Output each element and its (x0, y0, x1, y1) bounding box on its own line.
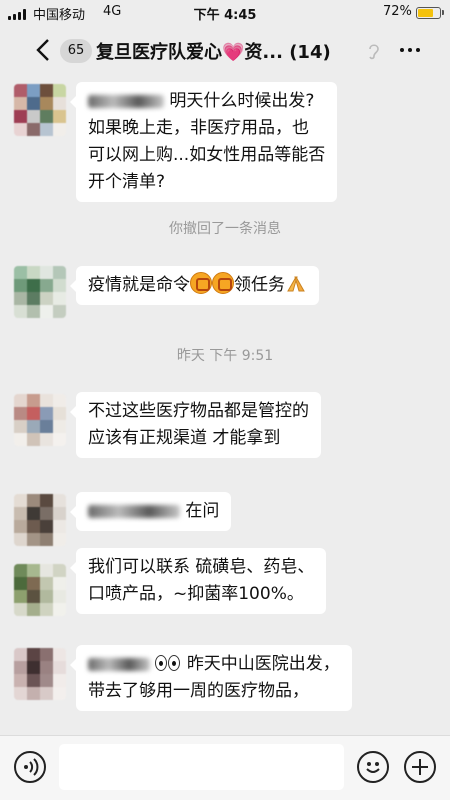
earpiece-mode-icon (369, 44, 379, 60)
avatar[interactable] (14, 648, 66, 700)
chat-header: 65 复旦医疗队爱心💗资... (14) (0, 26, 450, 74)
redacted-name (88, 94, 164, 108)
message-line: 疫情就是命令 领任务 (88, 272, 307, 299)
message-bubble[interactable]: 疫情就是命令 领任务 (70, 266, 319, 305)
back-icon[interactable] (36, 38, 50, 62)
battery-percent: 72% (383, 4, 412, 19)
message-bubble[interactable]: 不过这些医疗物品都是管控的 应该有正规渠道 才能拿到 (70, 392, 321, 458)
timestamp: 昨天 下午 9:51 (176, 348, 274, 364)
redacted-name (88, 504, 180, 518)
recall-notice: 你撤回了一条消息 (169, 221, 281, 237)
avatar[interactable] (14, 394, 66, 446)
message-input[interactable] (59, 744, 344, 790)
voice-icon[interactable] (14, 751, 46, 783)
avatar[interactable] (14, 564, 66, 616)
avatar[interactable] (14, 84, 66, 136)
message-line: 昨天中山医院出发， (88, 651, 340, 678)
message-line: 可以网上购...如女性用品等能否 (88, 145, 326, 165)
message-bubble[interactable]: 在问 (69, 492, 232, 531)
chat-title[interactable]: 复旦医疗队爱心💗资... (14) (96, 38, 331, 64)
message-line: 应该有正规渠道 才能拿到 (88, 428, 281, 448)
eyes-emoji (155, 655, 181, 671)
message-line: 明天什么时候出发? (88, 88, 325, 115)
message-line: 开个清单? (88, 172, 166, 192)
message-bubble[interactable]: 我们可以联系 硫磺皂、药皂、 口喷产品，~抑菌率100%。 (69, 548, 327, 614)
emoji-icon[interactable] (357, 751, 389, 783)
message-line: 带去了够用一周的医疗物品， (88, 681, 309, 701)
more-icon[interactable] (400, 48, 420, 52)
message-bubble[interactable]: 明天什么时候出发? 如果晚上走，非医疗用品，也 可以网上购...如女性用品等能否… (69, 82, 338, 202)
message-line: 在问 (88, 498, 219, 525)
unread-count-badge[interactable]: 65 (60, 39, 92, 63)
avatar[interactable] (14, 494, 66, 546)
fist-emoji (212, 272, 234, 294)
battery-cap (442, 10, 444, 15)
avatar[interactable] (14, 266, 66, 318)
chat-title-text: 复旦医疗队爱心 (96, 42, 222, 63)
status-bar: 中国移动 4G 下午 4:45 72% (0, 0, 450, 26)
chat-message-list[interactable]: 明天什么时候出发? 如果晚上走，非医疗用品，也 可以网上购...如女性用品等能否… (0, 74, 450, 735)
message-line: 不过这些医疗物品都是管控的 (88, 401, 309, 421)
chat-title-suffix: 资... (14) (244, 42, 331, 63)
fist-emoji (190, 272, 212, 294)
message-bubble[interactable]: 昨天中山医院出发， 带去了够用一周的医疗物品， (70, 645, 352, 711)
message-line: 如果晚上走，非医疗用品，也 (88, 118, 309, 138)
message-line: 我们可以联系 硫磺皂、药皂、 (88, 557, 315, 577)
heart-emoji: 💗 (222, 42, 245, 63)
plus-icon[interactable] (404, 751, 436, 783)
battery-icon (416, 7, 441, 19)
message-composer (0, 735, 450, 800)
clasped-hands-emoji (285, 273, 307, 293)
message-line: 口喷产品，~抑菌率100%。 (88, 584, 304, 604)
redacted-name (88, 657, 150, 671)
